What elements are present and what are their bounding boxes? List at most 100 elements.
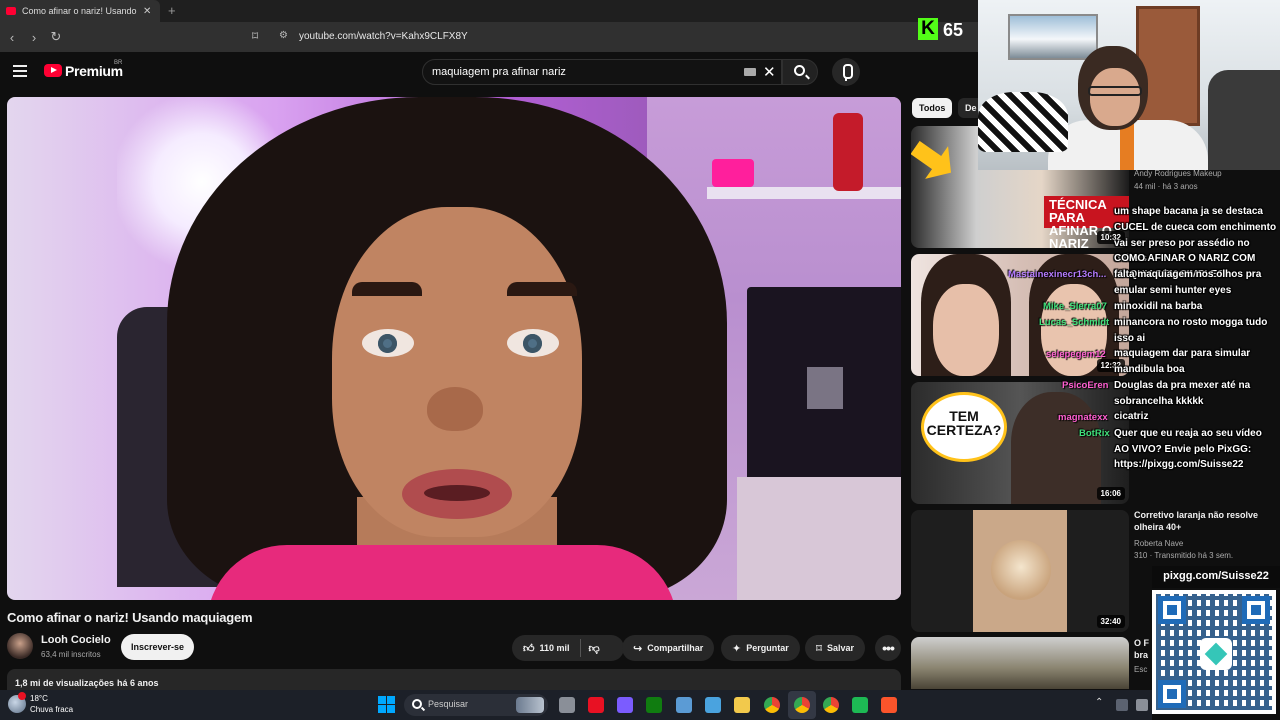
browser-tab[interactable]: Como afinar o nariz! Usando ma ✕ (0, 0, 160, 22)
related-title[interactable]: Corretivo laranja não resolve olheira 40… (1134, 509, 1264, 533)
windows-start-icon[interactable] (378, 696, 395, 713)
save-label: Salvar (826, 643, 854, 653)
settings-app-icon[interactable] (705, 697, 721, 713)
file-explorer-icon[interactable] (734, 697, 750, 713)
channel-avatar[interactable] (7, 633, 33, 659)
related-title[interactable]: O F bra (1134, 637, 1150, 661)
qr-finder (1158, 596, 1186, 624)
save-icon: ⌑ (816, 642, 822, 655)
chat-message: um shape bacana ja se destaca (1114, 206, 1263, 217)
chrome-profile-icon[interactable] (794, 697, 810, 713)
ask-label: Perguntar (746, 643, 789, 653)
sparkle-icon: ✦ (732, 642, 742, 655)
chat-message: Quer que eu reaja ao seu vídeo AO VIVO? … (1114, 428, 1262, 470)
related-thumbnail[interactable]: 32:40 (911, 510, 1129, 632)
like-count[interactable]: 110 mil (540, 643, 570, 653)
chat-message: falta maquiagem nos olhos pra emular sem… (1114, 269, 1262, 296)
share-button[interactable]: ↪ Compartilhar (622, 635, 715, 661)
youtube-logo-icon[interactable] (44, 64, 62, 77)
youtube-header: Premium BR maquiagem pra afinar nariz ✕ (0, 52, 978, 92)
like-icon[interactable]: 👍︎ (523, 642, 535, 655)
ask-button[interactable]: ✦ Perguntar (721, 635, 800, 661)
qr-finder (1158, 680, 1186, 708)
related-thumbnail[interactable]: TEM CERTEZA? 16:06 (911, 382, 1129, 504)
save-button[interactable]: ⌑ Salvar (805, 635, 865, 661)
task-view-icon[interactable] (559, 697, 575, 713)
pixgg-label: pixgg.com/Suisse22 (1152, 566, 1280, 588)
new-tab-button[interactable]: + (168, 3, 176, 18)
media-app-icon[interactable] (852, 697, 868, 713)
chat-username: Lucas_Schmidt (1039, 317, 1110, 328)
voice-search-icon[interactable] (832, 58, 860, 86)
related-meta: 310 · Transmitido há 3 sem. (1134, 551, 1234, 560)
tab-strip: Como afinar o nariz! Usando ma ✕ + (0, 0, 978, 22)
share-label: Compartilhar (647, 643, 704, 653)
video-person-mouth (402, 469, 512, 519)
search-icon (412, 699, 422, 709)
more-actions-button[interactable]: ••• (875, 635, 901, 661)
search-button[interactable] (782, 59, 818, 85)
related-meta: 44 mil · há 3 anos (1134, 182, 1198, 191)
related-thumbnail[interactable] (911, 637, 1129, 689)
thumbnail-person (1011, 392, 1101, 504)
bookmark-icon[interactable]: ⌑ (252, 29, 258, 43)
vpn-app-icon[interactable] (617, 697, 633, 713)
like-divider (580, 639, 581, 657)
menu-icon[interactable] (13, 65, 27, 77)
tray-app-icon[interactable] (1116, 699, 1128, 711)
video-player[interactable] (7, 97, 901, 600)
screen: Como afinar o nariz! Usando ma ✕ + ‹ › ↻… (0, 0, 1280, 720)
reload-button[interactable]: ↻ (46, 29, 66, 45)
chat-message: minancora no rosto mogga tudo isso ai (1114, 317, 1268, 344)
related-channel[interactable]: Esc (1134, 664, 1147, 675)
view-count: 1,8 mi de visualizações (15, 678, 115, 688)
share-icon: ↪ (633, 642, 643, 655)
subscribe-button[interactable]: Inscrever-se (121, 634, 194, 660)
tab-close-icon[interactable]: ✕ (143, 6, 151, 17)
address-bar[interactable]: youtube.com/watch?v=Kahx9CLFX8Y (299, 31, 468, 42)
notepad-app-icon[interactable] (676, 697, 692, 713)
site-settings-icon[interactable]: ⚙ (279, 30, 288, 41)
video-duration: 16:06 (1096, 487, 1125, 500)
video-scene-shelf (707, 187, 901, 199)
channel-name[interactable]: Looh Cocielo (41, 634, 111, 646)
chat-message: minoxidil na barba (1114, 301, 1203, 312)
filter-chip-all[interactable]: Todos (912, 98, 953, 118)
video-person-brow (507, 282, 577, 296)
video-scene-box (712, 159, 754, 187)
kick-logo-icon: K (918, 18, 938, 40)
weather-temperature[interactable]: 18°C (30, 694, 48, 703)
qr-finder (1242, 596, 1270, 624)
webcam-wall-art (1008, 14, 1098, 60)
tray-overflow-icon[interactable]: ⌃ (1095, 697, 1103, 708)
thumbnail-caption: TEM CERTEZA? (921, 392, 1007, 462)
keyboard-icon[interactable] (744, 68, 756, 76)
browser-toolbar: ‹ › ↻ ⌑ ⚙ youtube.com/watch?v=Kahx9CLFX8… (0, 22, 978, 52)
taskbar-search[interactable]: Pesquisar (404, 694, 548, 716)
forward-button[interactable]: › (24, 30, 44, 45)
microphone-icon[interactable] (1136, 699, 1148, 711)
dislike-icon[interactable]: 👎︎ (589, 642, 600, 655)
qr-logo (1200, 638, 1232, 670)
search-icon (794, 65, 805, 76)
weather-condition[interactable]: Chuva fraca (30, 705, 73, 714)
windows-taskbar: 18°C Chuva fraca Pesquisar ⌃ (0, 690, 1152, 720)
chrome-profile-icon[interactable] (823, 697, 839, 713)
related-channel[interactable]: Roberta Nave (1134, 538, 1183, 549)
brave-app-icon[interactable] (881, 697, 897, 713)
chrome-app-icon[interactable] (764, 697, 780, 713)
youtube-app-icon[interactable] (588, 697, 604, 713)
search-box[interactable]: maquiagem pra afinar nariz ✕ (422, 59, 782, 85)
chat-username: Mike_Slerra07 (1043, 301, 1107, 312)
logo-region: BR (114, 60, 123, 66)
chat-message: Douglas da pra mexer até na sobrancelha … (1114, 380, 1251, 407)
video-person-brow (352, 282, 422, 296)
back-button[interactable]: ‹ (2, 30, 22, 45)
chat-username: selepegem12 (1046, 349, 1106, 360)
clear-search-icon[interactable]: ✕ (763, 63, 776, 81)
xbox-app-icon[interactable] (646, 697, 662, 713)
webcam-overlay (978, 0, 1280, 170)
search-highlight-image (516, 697, 544, 713)
search-input[interactable]: maquiagem pra afinar nariz (432, 66, 566, 78)
webcam-door (1136, 6, 1200, 126)
